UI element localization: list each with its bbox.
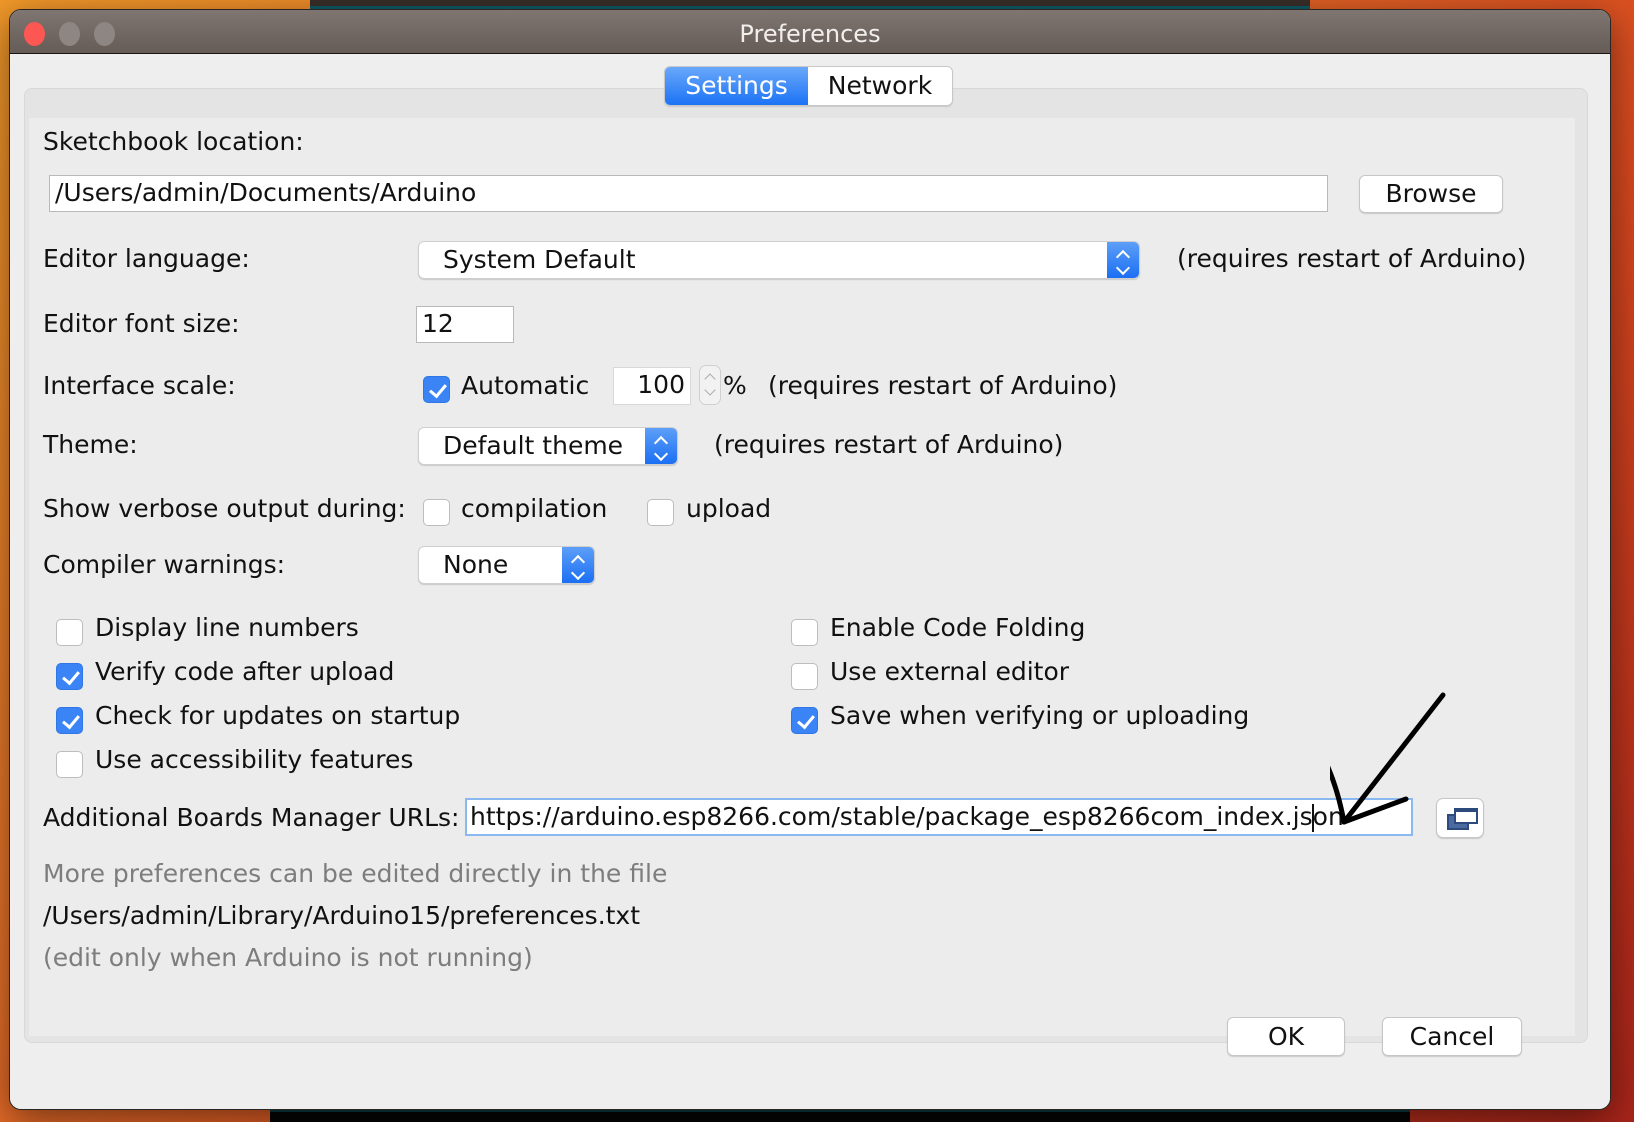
- sketchbook-location-input[interactable]: /Users/admin/Documents/Arduino: [49, 175, 1328, 212]
- save-when-verifying-checkbox[interactable]: [791, 707, 818, 734]
- sketchbook-location-label: Sketchbook location:: [43, 127, 304, 156]
- more-preferences-note: More preferences can be edited directly …: [43, 859, 668, 888]
- use-external-editor-label: Use external editor: [830, 657, 1070, 686]
- interface-scale-label: Interface scale:: [43, 371, 236, 400]
- check-updates-on-startup-checkbox[interactable]: [56, 707, 83, 734]
- editor-language-restart-note: (requires restart of Arduino): [1177, 244, 1527, 273]
- theme-label: Theme:: [43, 430, 138, 459]
- verbose-compilation-checkbox[interactable]: [423, 499, 450, 526]
- ok-button[interactable]: OK: [1227, 1017, 1345, 1056]
- select-arrows-icon: [1107, 242, 1139, 278]
- select-arrows-icon: [562, 547, 594, 583]
- check-updates-on-startup-label: Check for updates on startup: [95, 701, 461, 730]
- editor-font-size-label: Editor font size:: [43, 309, 240, 338]
- boards-manager-urls-input[interactable]: https://arduino.esp8266.com/stable/packa…: [465, 798, 1413, 836]
- boards-manager-urls-label: Additional Boards Manager URLs:: [43, 803, 460, 832]
- tab-network[interactable]: Network: [808, 67, 952, 105]
- verbose-upload-label: upload: [686, 494, 772, 523]
- verbose-upload-checkbox[interactable]: [647, 499, 674, 526]
- use-external-editor-checkbox[interactable]: [791, 663, 818, 690]
- browse-button[interactable]: Browse: [1359, 175, 1503, 213]
- theme-restart-note: (requires restart of Arduino): [714, 430, 1064, 459]
- display-line-numbers-checkbox[interactable]: [56, 619, 83, 646]
- background-window-strip-bottom: [270, 1110, 1410, 1122]
- interface-scale-restart-note: (requires restart of Arduino): [768, 371, 1118, 400]
- boards-manager-urls-list-button[interactable]: [1436, 798, 1484, 838]
- verify-code-after-upload-checkbox[interactable]: [56, 663, 83, 690]
- use-accessibility-features-checkbox[interactable]: [56, 751, 83, 778]
- interface-scale-automatic-checkbox[interactable]: [423, 376, 450, 403]
- interface-scale-stepper[interactable]: [699, 365, 721, 405]
- dialog-content: Settings Network Sketchbook location: /U…: [10, 54, 1610, 1109]
- editor-font-size-input[interactable]: 12: [416, 306, 514, 343]
- verbose-compilation-label: compilation: [461, 494, 608, 523]
- preferences-file-path: /Users/admin/Library/Arduino15/preferenc…: [43, 901, 641, 930]
- boards-manager-url-text-end: on: [1312, 802, 1344, 831]
- interface-scale-automatic-label: Automatic: [461, 371, 590, 400]
- boards-manager-url-text: https://arduino.esp8266.com/stable/packa…: [470, 802, 1313, 831]
- compiler-warnings-value: None: [443, 550, 509, 579]
- compiler-warnings-label: Compiler warnings:: [43, 550, 286, 579]
- compiler-warnings-select[interactable]: None: [418, 546, 595, 584]
- editor-language-label: Editor language:: [43, 244, 250, 273]
- window-title: Preferences: [739, 20, 881, 48]
- verbose-output-label: Show verbose output during:: [43, 494, 406, 523]
- interface-scale-input[interactable]: 100: [613, 367, 691, 405]
- select-arrows-icon: [645, 428, 677, 464]
- use-accessibility-features-label: Use accessibility features: [95, 745, 414, 774]
- verify-code-after-upload-label: Verify code after upload: [95, 657, 395, 686]
- cancel-button[interactable]: Cancel: [1382, 1017, 1522, 1056]
- enable-code-folding-checkbox[interactable]: [791, 619, 818, 646]
- editor-language-select[interactable]: System Default: [418, 241, 1140, 279]
- title-bar[interactable]: Preferences: [10, 10, 1610, 54]
- theme-select[interactable]: Default theme: [418, 427, 678, 465]
- tab-settings[interactable]: Settings: [665, 67, 808, 105]
- tab-bar: Settings Network: [664, 66, 953, 106]
- display-line-numbers-label: Display line numbers: [95, 613, 359, 642]
- interface-scale-unit: %: [723, 371, 747, 400]
- theme-value: Default theme: [443, 431, 624, 460]
- save-when-verifying-label: Save when verifying or uploading: [830, 701, 1250, 730]
- enable-code-folding-label: Enable Code Folding: [830, 613, 1086, 642]
- preferences-window: Preferences Settings Network Sketchbook …: [9, 9, 1611, 1110]
- editor-language-value: System Default: [443, 245, 636, 274]
- edit-only-when-not-running-note: (edit only when Arduino is not running): [43, 943, 533, 972]
